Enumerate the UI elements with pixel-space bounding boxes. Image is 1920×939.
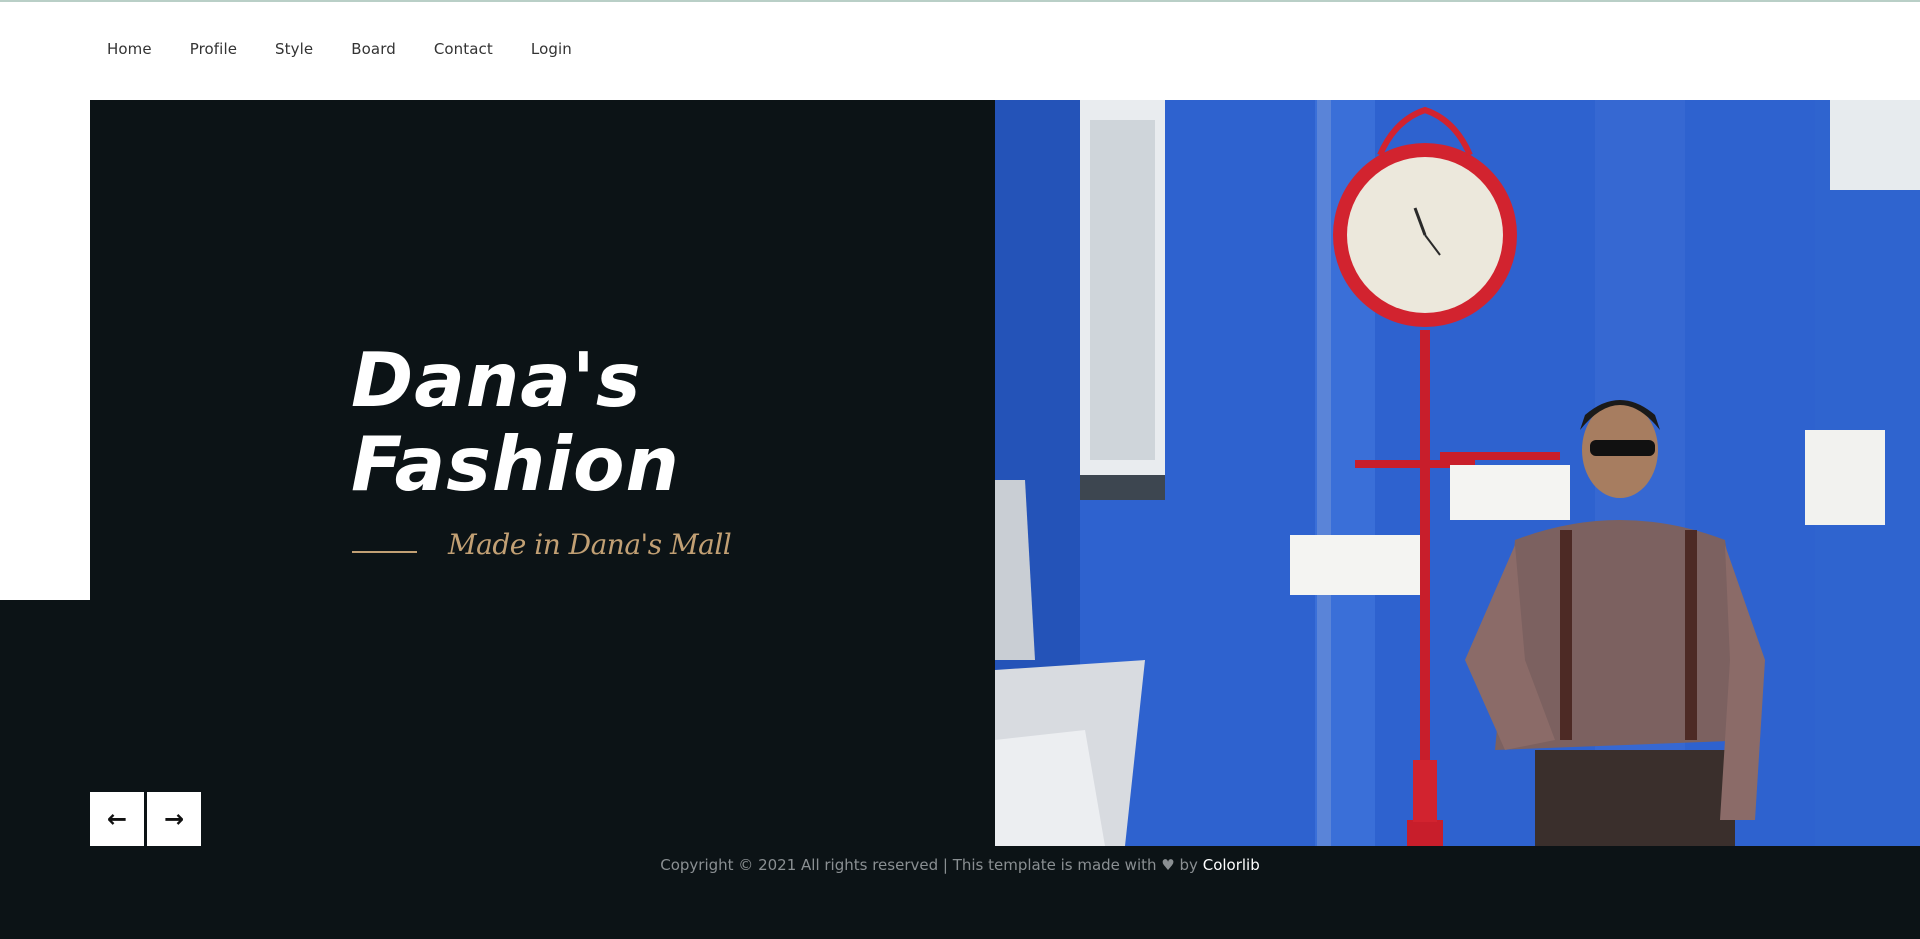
main-navigation: Home Profile Style Board Contact Login	[0, 2, 1920, 100]
nav-item-contact: Contact	[434, 39, 493, 58]
nav-link-home[interactable]: Home	[107, 40, 152, 58]
nav-item-login: Login	[531, 39, 572, 58]
heart-icon: ♥	[1161, 856, 1175, 874]
tagline-divider	[352, 551, 417, 553]
nav-link-login[interactable]: Login	[531, 40, 572, 58]
arrow-right-icon: →	[163, 805, 185, 833]
hero-title-line-2: Fashion	[351, 420, 680, 508]
footer-by: by	[1179, 856, 1198, 874]
hero-title-line-1: Dana's	[351, 336, 642, 424]
footer: Copyright © 2021 All rights reserved | T…	[0, 856, 1920, 880]
slider-next-button[interactable]: →	[147, 792, 201, 846]
nav-link-profile[interactable]: Profile	[190, 40, 237, 58]
nav-link-style[interactable]: Style	[275, 40, 313, 58]
nav-menu: Home Profile Style Board Contact Login	[107, 39, 610, 58]
slider-prev-button[interactable]: ←	[90, 792, 144, 846]
hero-photo-illustration	[995, 100, 1920, 846]
colorlib-link[interactable]: Colorlib	[1203, 856, 1260, 874]
hero-tagline: Made in Dana's Mall	[448, 528, 732, 561]
nav-link-contact[interactable]: Contact	[434, 40, 493, 58]
nav-item-board: Board	[351, 39, 396, 58]
hero-photo	[995, 100, 1920, 846]
decorative-white-block	[0, 100, 90, 600]
arrow-left-icon: ←	[106, 805, 128, 833]
copyright-text: Copyright © 2021 All rights reserved | T…	[660, 856, 1157, 874]
nav-item-profile: Profile	[190, 39, 237, 58]
nav-item-home: Home	[107, 39, 152, 58]
nav-item-style: Style	[275, 39, 313, 58]
hero-title: Dana's Fashion	[351, 338, 771, 506]
nav-link-board[interactable]: Board	[351, 40, 396, 58]
